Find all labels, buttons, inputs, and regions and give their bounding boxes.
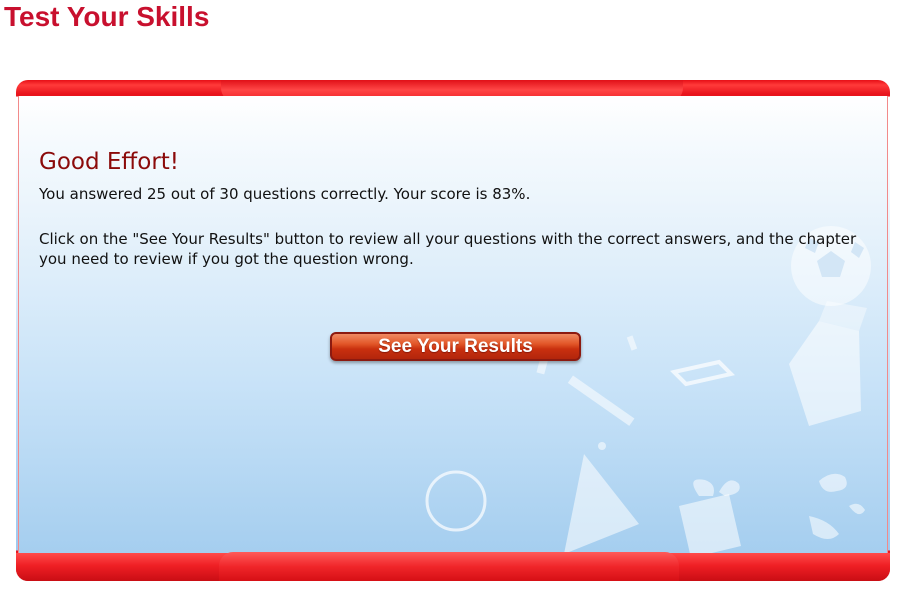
results-instructions: Click on the "See Your Results" button t… (39, 230, 857, 268)
see-your-results-button[interactable]: See Your Results (330, 332, 581, 361)
result-heading: Good Effort! (39, 149, 180, 175)
gift-icon (679, 479, 741, 553)
results-panel: Good Effort! You answered 25 out of 30 q… (16, 80, 890, 581)
panel-bottom-tab (219, 552, 679, 581)
score-summary: You answered 25 out of 30 questions corr… (39, 185, 531, 203)
page-title: Test Your Skills (4, 1, 210, 32)
panel-content: Good Effort! You answered 25 out of 30 q… (18, 96, 888, 553)
globe-icon (809, 473, 865, 539)
triangle-icon (564, 454, 639, 553)
box-icon (789, 301, 867, 426)
circle-icon (425, 470, 487, 532)
eraser-icon (670, 359, 735, 387)
